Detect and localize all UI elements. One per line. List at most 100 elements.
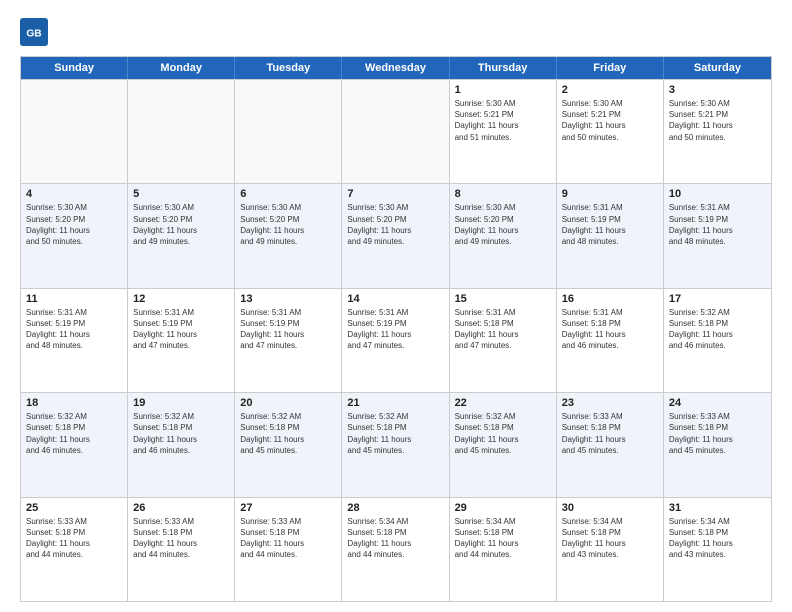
day-number: 30: [562, 502, 658, 514]
header-day-wednesday: Wednesday: [342, 57, 449, 79]
empty-cell: [128, 80, 235, 183]
day-number: 13: [240, 293, 336, 305]
day-info: Sunrise: 5:34 AMSunset: 5:18 PMDaylight:…: [562, 516, 658, 561]
day-number: 4: [26, 188, 122, 200]
day-number: 19: [133, 397, 229, 409]
day-cell-24: 24 Sunrise: 5:33 AMSunset: 5:18 PMDayligh…: [664, 393, 771, 496]
day-cell-7: 7 Sunrise: 5:30 AMSunset: 5:20 PMDaylight…: [342, 184, 449, 287]
day-number: 11: [26, 293, 122, 305]
day-cell-20: 20 Sunrise: 5:32 AMSunset: 5:18 PMDayligh…: [235, 393, 342, 496]
day-info: Sunrise: 5:32 AMSunset: 5:18 PMDaylight:…: [669, 307, 766, 352]
calendar-row-5: 25Sunrise: 5:33 AMSunset: 5:18 PMDayligh…: [21, 497, 771, 601]
day-number: 26: [133, 502, 229, 514]
day-number: 10: [669, 188, 766, 200]
header-day-monday: Monday: [128, 57, 235, 79]
header-day-thursday: Thursday: [450, 57, 557, 79]
calendar-row-2: 4 Sunrise: 5:30 AMSunset: 5:20 PMDaylight…: [21, 183, 771, 287]
empty-cell: [342, 80, 449, 183]
day-info: Sunrise: 5:31 AMSunset: 5:18 PMDaylight:…: [455, 307, 551, 352]
day-cell-17: 17 Sunrise: 5:32 AMSunset: 5:18 PMDayligh…: [664, 289, 771, 392]
calendar-row-4: 18 Sunrise: 5:32 AMSunset: 5:18 PMDayligh…: [21, 392, 771, 496]
header-day-tuesday: Tuesday: [235, 57, 342, 79]
day-info: Sunrise: 5:31 AMSunset: 5:19 PMDaylight:…: [26, 307, 122, 352]
day-cell-12: 12Sunrise: 5:31 AMSunset: 5:19 PMDayligh…: [128, 289, 235, 392]
day-cell-16: 16Sunrise: 5:31 AMSunset: 5:18 PMDayligh…: [557, 289, 664, 392]
day-number: 6: [240, 188, 336, 200]
day-number: 5: [133, 188, 229, 200]
day-info: Sunrise: 5:33 AMSunset: 5:18 PMDaylight:…: [240, 516, 336, 561]
svg-text:GB: GB: [26, 29, 41, 40]
day-cell-15: 15 Sunrise: 5:31 AMSunset: 5:18 PMDayligh…: [450, 289, 557, 392]
day-number: 27: [240, 502, 336, 514]
day-info: Sunrise: 5:31 AMSunset: 5:19 PMDaylight:…: [347, 307, 443, 352]
calendar-body: 1Sunrise: 5:30 AMSunset: 5:21 PMDaylight…: [21, 79, 771, 601]
day-cell-2: 2 Sunrise: 5:30 AMSunset: 5:21 PMDaylight…: [557, 80, 664, 183]
day-cell-14: 14Sunrise: 5:31 AMSunset: 5:19 PMDayligh…: [342, 289, 449, 392]
calendar-row-3: 11 Sunrise: 5:31 AMSunset: 5:19 PMDayligh…: [21, 288, 771, 392]
calendar-header: SundayMondayTuesdayWednesdayThursdayFrid…: [21, 57, 771, 79]
calendar-row-1: 1Sunrise: 5:30 AMSunset: 5:21 PMDaylight…: [21, 79, 771, 183]
day-info: Sunrise: 5:30 AMSunset: 5:20 PMDaylight:…: [347, 202, 443, 247]
day-cell-22: 22Sunrise: 5:32 AMSunset: 5:18 PMDayligh…: [450, 393, 557, 496]
day-number: 12: [133, 293, 229, 305]
header-day-friday: Friday: [557, 57, 664, 79]
day-info: Sunrise: 5:31 AMSunset: 5:19 PMDaylight:…: [240, 307, 336, 352]
day-cell-6: 6 Sunrise: 5:30 AMSunset: 5:20 PMDaylight…: [235, 184, 342, 287]
header: GB: [20, 18, 772, 46]
calendar: SundayMondayTuesdayWednesdayThursdayFrid…: [20, 56, 772, 602]
day-info: Sunrise: 5:32 AMSunset: 5:18 PMDaylight:…: [133, 411, 229, 456]
day-cell-1: 1Sunrise: 5:30 AMSunset: 5:21 PMDaylight…: [450, 80, 557, 183]
day-info: Sunrise: 5:32 AMSunset: 5:18 PMDaylight:…: [240, 411, 336, 456]
day-cell-23: 23 Sunrise: 5:33 AMSunset: 5:18 PMDayligh…: [557, 393, 664, 496]
day-info: Sunrise: 5:30 AMSunset: 5:21 PMDaylight:…: [669, 98, 766, 143]
day-cell-28: 28 Sunrise: 5:34 AMSunset: 5:18 PMDayligh…: [342, 498, 449, 601]
day-cell-13: 13 Sunrise: 5:31 AMSunset: 5:19 PMDayligh…: [235, 289, 342, 392]
day-number: 31: [669, 502, 766, 514]
empty-cell: [235, 80, 342, 183]
day-info: Sunrise: 5:34 AMSunset: 5:18 PMDaylight:…: [669, 516, 766, 561]
day-cell-21: 21Sunrise: 5:32 AMSunset: 5:18 PMDayligh…: [342, 393, 449, 496]
empty-cell: [21, 80, 128, 183]
day-number: 16: [562, 293, 658, 305]
day-info: Sunrise: 5:30 AMSunset: 5:20 PMDaylight:…: [133, 202, 229, 247]
day-number: 20: [240, 397, 336, 409]
day-info: Sunrise: 5:30 AMSunset: 5:21 PMDaylight:…: [455, 98, 551, 143]
day-cell-25: 25Sunrise: 5:33 AMSunset: 5:18 PMDayligh…: [21, 498, 128, 601]
day-cell-3: 3 Sunrise: 5:30 AMSunset: 5:21 PMDaylight…: [664, 80, 771, 183]
day-cell-4: 4Sunrise: 5:30 AMSunset: 5:20 PMDaylight…: [21, 184, 128, 287]
day-cell-29: 29Sunrise: 5:34 AMSunset: 5:18 PMDayligh…: [450, 498, 557, 601]
day-info: Sunrise: 5:31 AMSunset: 5:19 PMDaylight:…: [669, 202, 766, 247]
day-number: 3: [669, 84, 766, 96]
day-cell-19: 19 Sunrise: 5:32 AMSunset: 5:18 PMDayligh…: [128, 393, 235, 496]
header-day-sunday: Sunday: [21, 57, 128, 79]
day-cell-5: 5 Sunrise: 5:30 AMSunset: 5:20 PMDaylight…: [128, 184, 235, 287]
day-number: 18: [26, 397, 122, 409]
day-number: 24: [669, 397, 766, 409]
day-number: 9: [562, 188, 658, 200]
day-number: 2: [562, 84, 658, 96]
day-cell-10: 10 Sunrise: 5:31 AMSunset: 5:19 PMDayligh…: [664, 184, 771, 287]
day-info: Sunrise: 5:30 AMSunset: 5:20 PMDaylight:…: [455, 202, 551, 247]
day-info: Sunrise: 5:33 AMSunset: 5:18 PMDaylight:…: [669, 411, 766, 456]
day-cell-30: 30 Sunrise: 5:34 AMSunset: 5:18 PMDayligh…: [557, 498, 664, 601]
day-info: Sunrise: 5:32 AMSunset: 5:18 PMDaylight:…: [455, 411, 551, 456]
day-number: 17: [669, 293, 766, 305]
day-info: Sunrise: 5:33 AMSunset: 5:18 PMDaylight:…: [26, 516, 122, 561]
logo: GB: [20, 18, 54, 46]
day-cell-31: 31 Sunrise: 5:34 AMSunset: 5:18 PMDayligh…: [664, 498, 771, 601]
day-number: 8: [455, 188, 551, 200]
day-cell-27: 27 Sunrise: 5:33 AMSunset: 5:18 PMDayligh…: [235, 498, 342, 601]
day-info: Sunrise: 5:32 AMSunset: 5:18 PMDaylight:…: [347, 411, 443, 456]
day-info: Sunrise: 5:30 AMSunset: 5:21 PMDaylight:…: [562, 98, 658, 143]
day-number: 23: [562, 397, 658, 409]
day-info: Sunrise: 5:34 AMSunset: 5:18 PMDaylight:…: [347, 516, 443, 561]
day-info: Sunrise: 5:33 AMSunset: 5:18 PMDaylight:…: [562, 411, 658, 456]
logo-icon: GB: [20, 18, 48, 46]
day-number: 15: [455, 293, 551, 305]
day-cell-8: 8 Sunrise: 5:30 AMSunset: 5:20 PMDaylight…: [450, 184, 557, 287]
page: GB SundayMondayTuesdayWednesdayThursdayF…: [0, 0, 792, 612]
day-cell-18: 18Sunrise: 5:32 AMSunset: 5:18 PMDayligh…: [21, 393, 128, 496]
day-number: 28: [347, 502, 443, 514]
day-info: Sunrise: 5:30 AMSunset: 5:20 PMDaylight:…: [240, 202, 336, 247]
day-number: 7: [347, 188, 443, 200]
